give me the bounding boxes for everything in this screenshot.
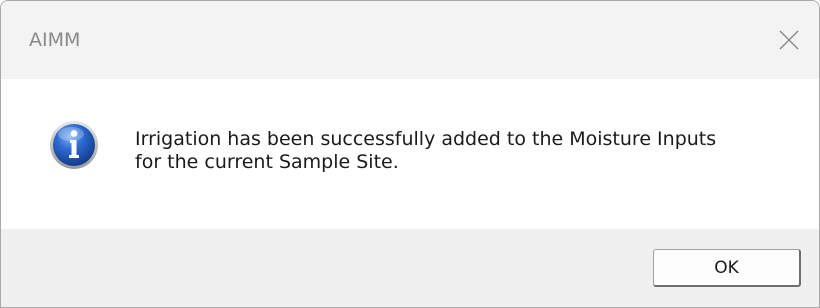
- close-icon: [779, 30, 799, 50]
- message-line-1: Irrigation has been successfully added t…: [135, 128, 717, 150]
- info-icon: [50, 121, 98, 169]
- message-line-2: for the current Sample Site.: [135, 151, 399, 173]
- message-text: Irrigation has been successfully added t…: [135, 128, 795, 174]
- title-bar[interactable]: AIMM: [1, 1, 819, 79]
- message-dialog: AIMM Irrigation has been successfully ad…: [0, 0, 820, 308]
- close-button[interactable]: [761, 1, 819, 79]
- button-bar: OK: [1, 229, 819, 307]
- ok-button[interactable]: OK: [653, 249, 801, 287]
- dialog-content: Irrigation has been successfully added t…: [1, 79, 819, 229]
- window-title: AIMM: [29, 29, 81, 51]
